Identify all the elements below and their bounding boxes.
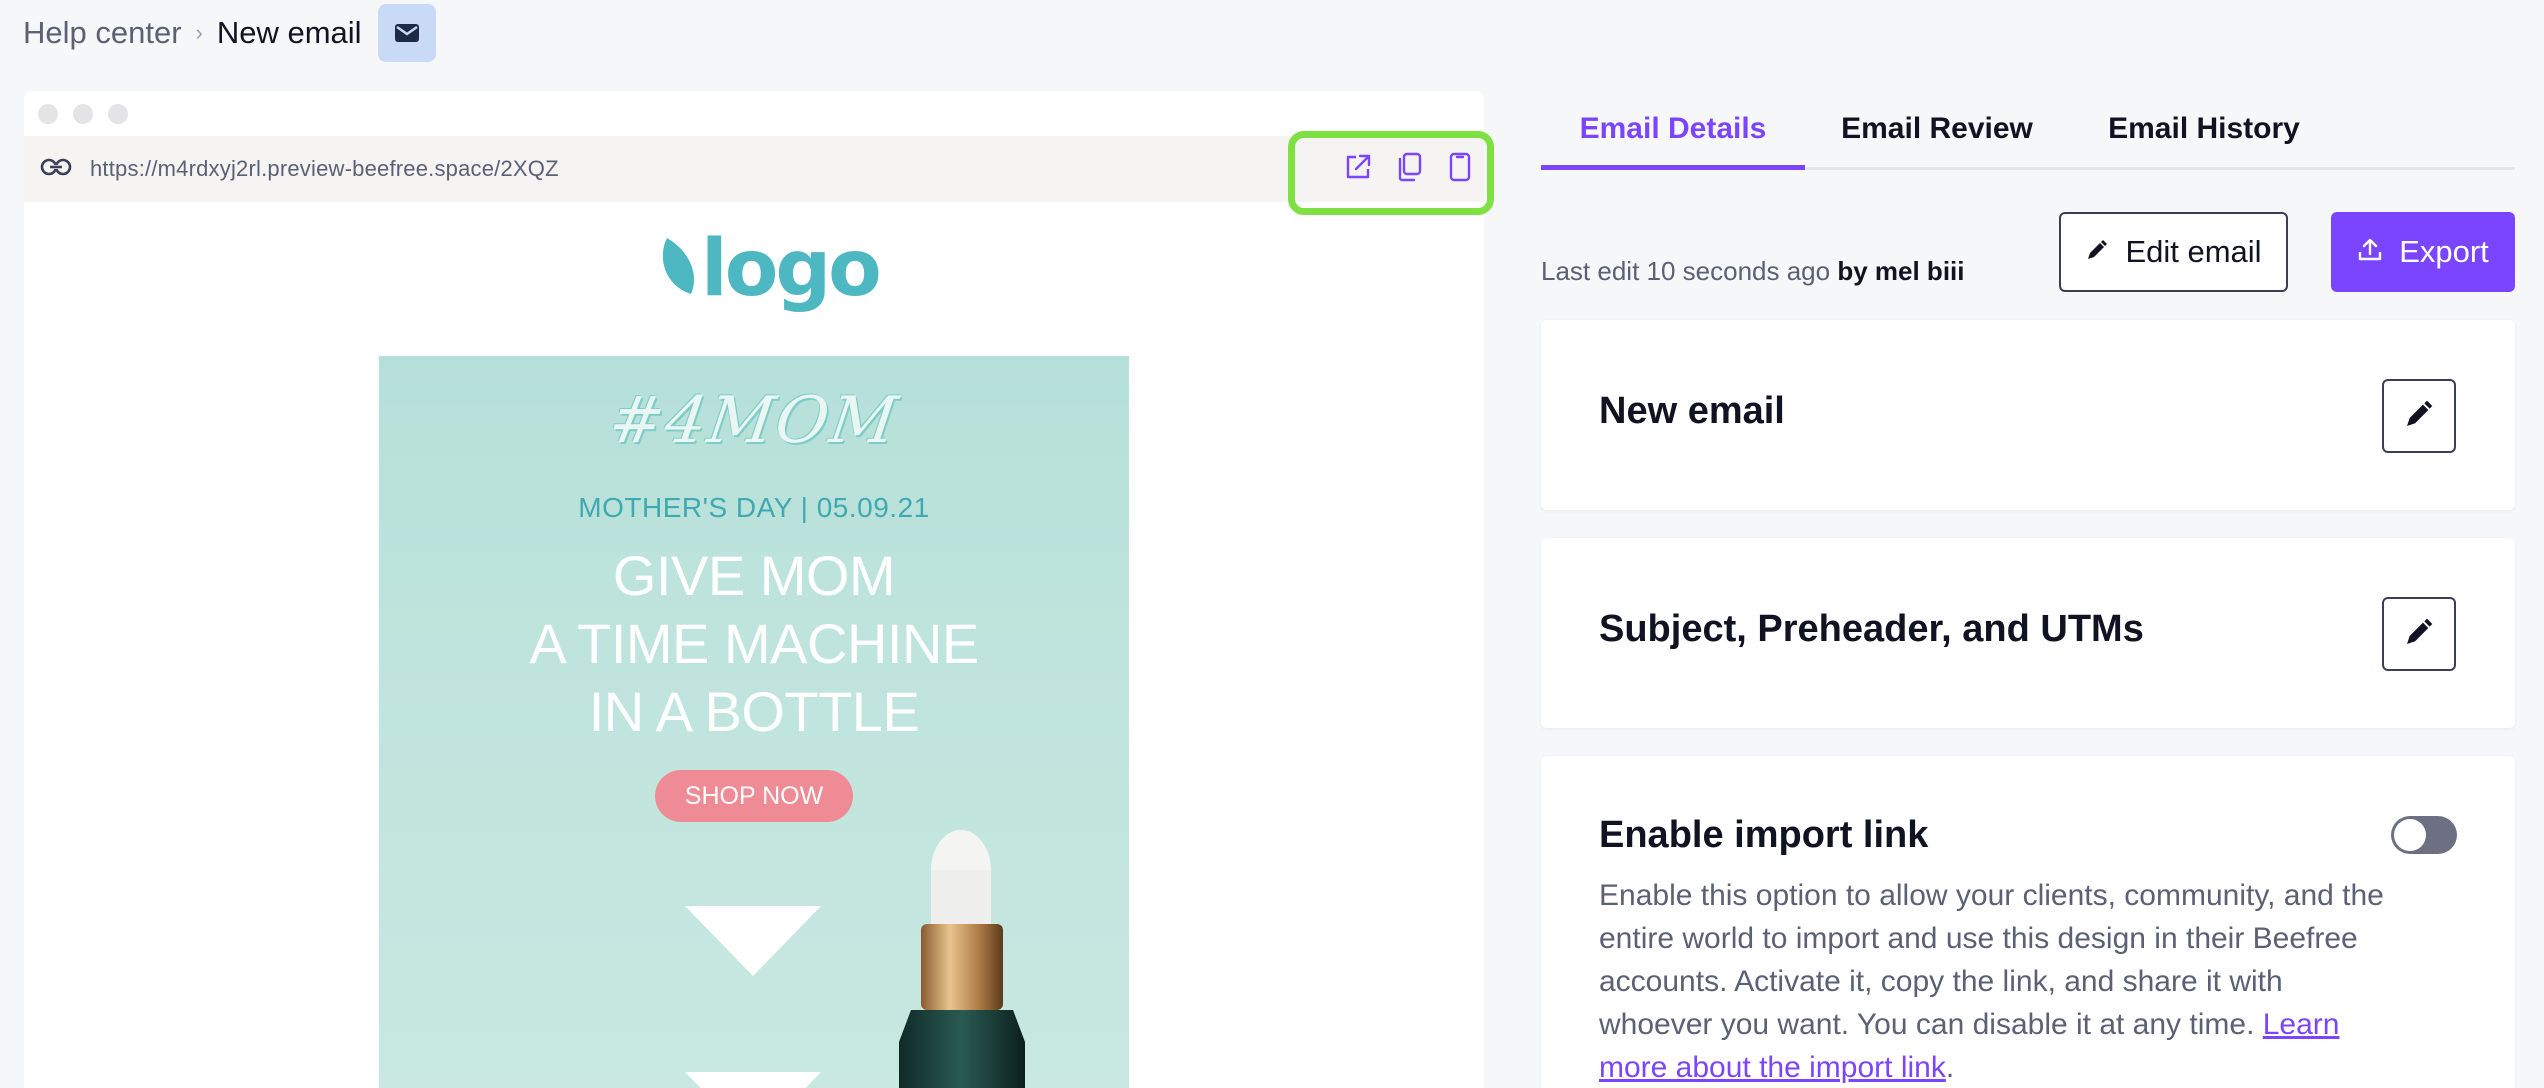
hero-headline-line: IN A BOTTLE	[588, 680, 920, 743]
toggle-knob	[2394, 819, 2426, 851]
window-dot	[38, 103, 58, 124]
down-triangle-icon	[685, 906, 821, 976]
mobile-view-icon[interactable]	[1442, 149, 1477, 184]
tab-email-details[interactable]: Email Details	[1541, 100, 1805, 170]
open-external-icon[interactable]	[1340, 149, 1375, 184]
envelope-icon	[377, 4, 436, 62]
edit-email-button[interactable]: Edit email	[2059, 212, 2288, 292]
last-edit-info: Last edit 10 seconds ago by mel biii	[1541, 256, 1965, 287]
import-link-description: Enable this option to allow your clients…	[1599, 874, 2389, 1088]
upload-icon	[2357, 234, 2383, 270]
hero-headline-line: A TIME MACHINE	[529, 612, 979, 675]
breadcrumb-separator: ›	[195, 20, 203, 45]
logo-text: logo	[701, 224, 882, 314]
edit-email-label: Edit email	[2125, 234, 2262, 269]
subject-preheader-title: Subject, Preheader, and UTMs	[1599, 608, 2144, 650]
breadcrumb-current: New email	[216, 15, 362, 50]
pencil-icon	[2085, 234, 2109, 270]
hero-headline-line: GIVE MOM	[612, 544, 896, 607]
import-link-suffix: .	[1945, 1051, 1955, 1084]
edit-subject-button[interactable]	[2382, 597, 2456, 671]
window-controls	[24, 91, 1484, 136]
last-edit-author: by mel biii	[1837, 256, 1965, 286]
copy-icon[interactable]	[1391, 149, 1426, 184]
subject-preheader-card: Subject, Preheader, and UTMs	[1541, 538, 2515, 728]
pencil-icon	[2403, 398, 2435, 435]
serum-bottle-image	[849, 806, 1109, 1088]
preview-url-bar: https://m4rdxyj2rl.preview-beefree.space…	[24, 136, 1484, 202]
leaf-icon	[661, 236, 705, 303]
hero-headline: GIVE MOM A TIME MACHINE IN A BOTTLE	[379, 542, 1129, 746]
email-name-title: New email	[1599, 390, 1785, 432]
email-logo: logo	[661, 224, 882, 314]
email-name-card: New email	[1541, 320, 2515, 510]
link-icon	[40, 157, 72, 182]
last-edit-time: Last edit 10 seconds ago	[1541, 256, 1831, 286]
email-hero-image: #4MOM MOTHER'S DAY | 05.09.21 GIVE MOM A…	[379, 356, 1129, 1088]
hero-hashtag: #4MOM	[604, 384, 904, 458]
preview-url[interactable]: https://m4rdxyj2rl.preview-beefree.space…	[90, 156, 559, 182]
window-dot	[73, 103, 93, 124]
down-triangle-icon	[685, 1072, 821, 1088]
breadcrumb-help-center[interactable]: Help center	[23, 15, 182, 51]
shop-now-button[interactable]: SHOP NOW	[655, 770, 853, 822]
breadcrumb: Help center › New email	[23, 0, 436, 66]
import-link-title: Enable import link	[1599, 814, 1929, 856]
tab-email-review[interactable]: Email Review	[1805, 100, 2069, 170]
hero-date-line: MOTHER'S DAY | 05.09.21	[578, 492, 930, 523]
window-dot	[108, 103, 128, 124]
email-tabs: Email Details Email Review Email History	[1541, 100, 2515, 170]
import-link-toggle[interactable]	[2391, 816, 2457, 854]
preview-url-actions	[1340, 149, 1477, 184]
export-label: Export	[2399, 234, 2489, 269]
pencil-icon	[2403, 616, 2435, 653]
import-link-card: Enable import link Enable this option to…	[1541, 756, 2515, 1088]
tab-email-history[interactable]: Email History	[2069, 100, 2339, 170]
edit-name-button[interactable]	[2382, 379, 2456, 453]
export-button[interactable]: Export	[2331, 212, 2515, 292]
email-preview-panel: https://m4rdxyj2rl.preview-beefree.space…	[24, 91, 1484, 1088]
email-content: logo #4MOM MOTHER'S DAY | 05.09.21 GIVE …	[24, 202, 1484, 1088]
